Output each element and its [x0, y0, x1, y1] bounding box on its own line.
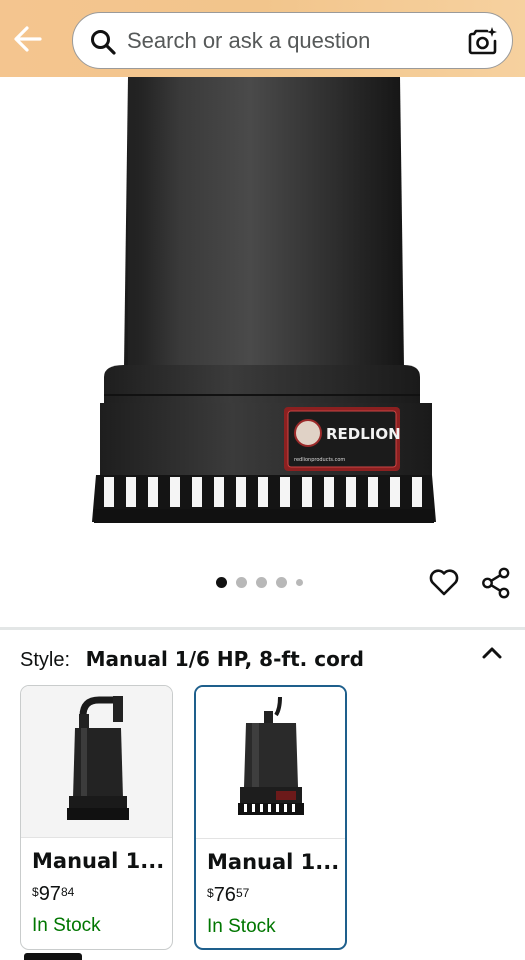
- wishlist-button[interactable]: [428, 566, 460, 598]
- style-selector: Style: Manual 1/6 HP, 8-ft. cord: [20, 647, 364, 672]
- pump-thumbnail-1: [67, 696, 129, 820]
- stock-status: In Stock: [207, 916, 276, 937]
- style-label: Style:: [20, 649, 71, 671]
- style-collapse-button[interactable]: [479, 642, 505, 664]
- back-arrow-icon: [14, 26, 42, 52]
- camera-sparkle-icon[interactable]: [468, 26, 498, 56]
- variation-image: [196, 687, 345, 839]
- carousel-dot-3[interactable]: [256, 576, 267, 588]
- variation-card-1[interactable]: Manual 1... $9784 In Stock: [20, 685, 173, 950]
- price-fraction: 57: [235, 886, 250, 900]
- search-box[interactable]: [72, 12, 513, 69]
- price-currency: $: [32, 885, 39, 899]
- carousel-dot-2[interactable]: [236, 576, 247, 588]
- bottom-nav-indicator: [24, 953, 82, 960]
- product-image[interactable]: REDLION redlionproducts.com: [0, 77, 525, 557]
- variation-card-2[interactable]: Manual 1... $7657 In Stock: [194, 685, 347, 950]
- search-icon: [91, 30, 116, 55]
- brand-website: redlionproducts.com: [294, 457, 345, 463]
- variation-title: Manual 1...: [32, 849, 165, 873]
- chevron-up-icon: [482, 647, 502, 659]
- sump-pump-image: REDLION redlionproducts.com: [92, 77, 436, 523]
- variation-image: [21, 686, 172, 838]
- variation-price: $9784: [32, 883, 74, 906]
- share-icon: [482, 567, 510, 599]
- price-currency: $: [207, 886, 214, 900]
- carousel-dot-1[interactable]: [216, 576, 227, 588]
- pump-thumbnail-2: [238, 696, 304, 815]
- price-whole: 76: [213, 884, 236, 906]
- share-button[interactable]: [481, 567, 511, 599]
- section-divider: [0, 627, 525, 630]
- heart-icon: [429, 569, 459, 596]
- style-value: Manual 1/6 HP, 8-ft. cord: [85, 647, 364, 671]
- price-fraction: 84: [60, 885, 75, 899]
- back-button[interactable]: [10, 22, 46, 56]
- brand-label: REDLION: [326, 425, 401, 443]
- search-input[interactable]: [127, 26, 457, 56]
- carousel-dot-4[interactable]: [276, 576, 287, 588]
- variation-title: Manual 1...: [207, 850, 340, 874]
- top-search-bar: [0, 0, 525, 77]
- price-whole: 97: [38, 883, 61, 905]
- stock-status: In Stock: [32, 915, 101, 936]
- image-carousel-dots[interactable]: [216, 576, 303, 588]
- variation-price: $7657: [207, 884, 249, 907]
- carousel-dot-5[interactable]: [296, 578, 303, 586]
